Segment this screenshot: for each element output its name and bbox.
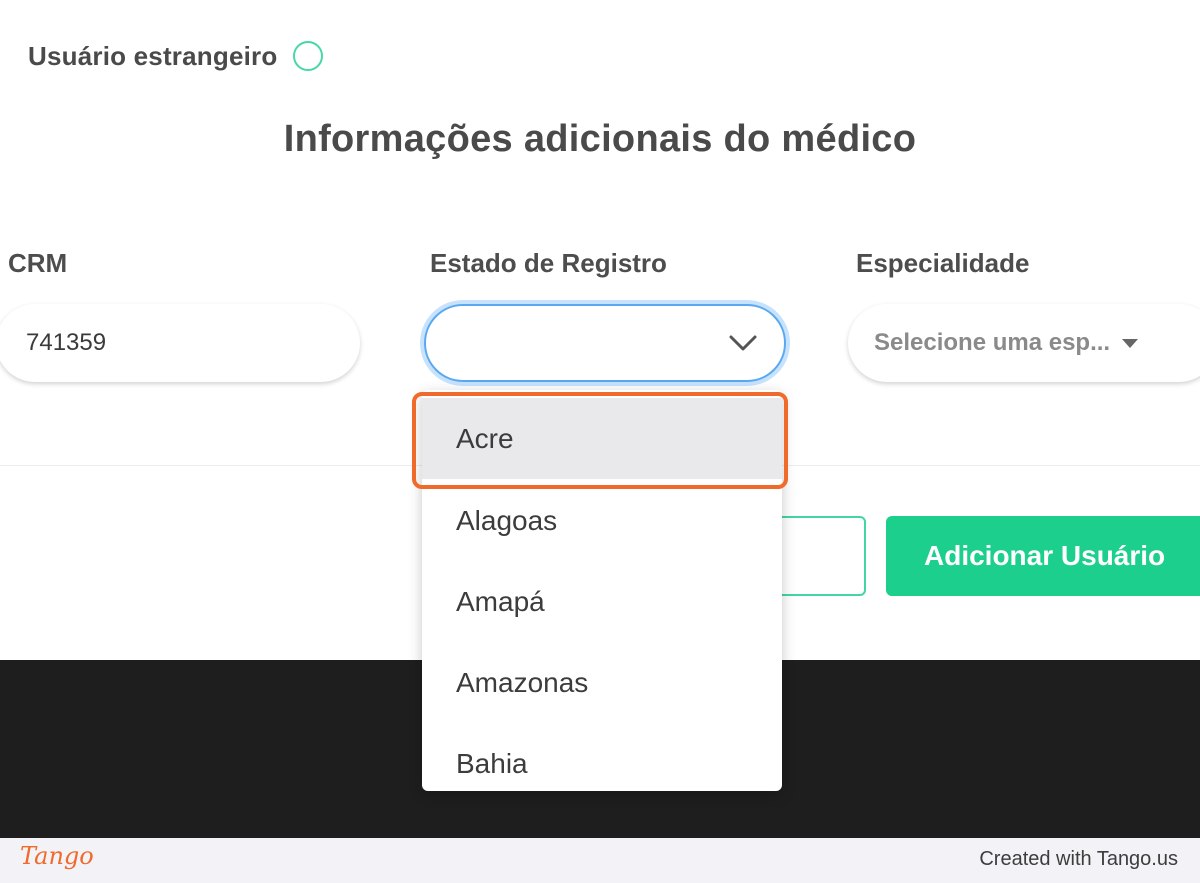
crm-label: CRM [8, 248, 68, 278]
especialidade-select[interactable]: Selecione uma esp... [848, 304, 1200, 382]
dropdown-option[interactable]: Amazonas [422, 642, 782, 723]
estado-label: Estado de Registro [430, 248, 667, 278]
add-user-button[interactable]: Adicionar Usuário [886, 516, 1200, 596]
crm-value: 741359 [26, 329, 107, 356]
especialidade-placeholder: Selecione uma esp... [874, 329, 1111, 356]
section-title: Informações adicionais do médico [283, 118, 917, 160]
foreign-user-checkbox[interactable] [293, 41, 324, 71]
caret-down-icon [1122, 338, 1139, 348]
dropdown-option[interactable]: Bahia [422, 723, 782, 791]
chevron-down-icon [729, 335, 757, 351]
app-screen: Usuário estrangeiro Informações adiciona… [0, 0, 1200, 838]
especialidade-label: Especialidade [856, 248, 1030, 278]
created-with-text: Created with Tango.us [979, 848, 1178, 870]
dropdown-option[interactable]: Amapá [422, 561, 782, 642]
crm-input[interactable]: 741359 [0, 304, 360, 382]
foreign-user-label: Usuário estrangeiro [28, 40, 278, 71]
estado-select[interactable] [424, 304, 786, 382]
dropdown-option[interactable]: Alagoas [422, 480, 782, 561]
tango-logo: Tango [20, 842, 94, 870]
step-highlight-box [412, 392, 788, 489]
foreign-user-row: Usuário estrangeiro [28, 38, 324, 74]
